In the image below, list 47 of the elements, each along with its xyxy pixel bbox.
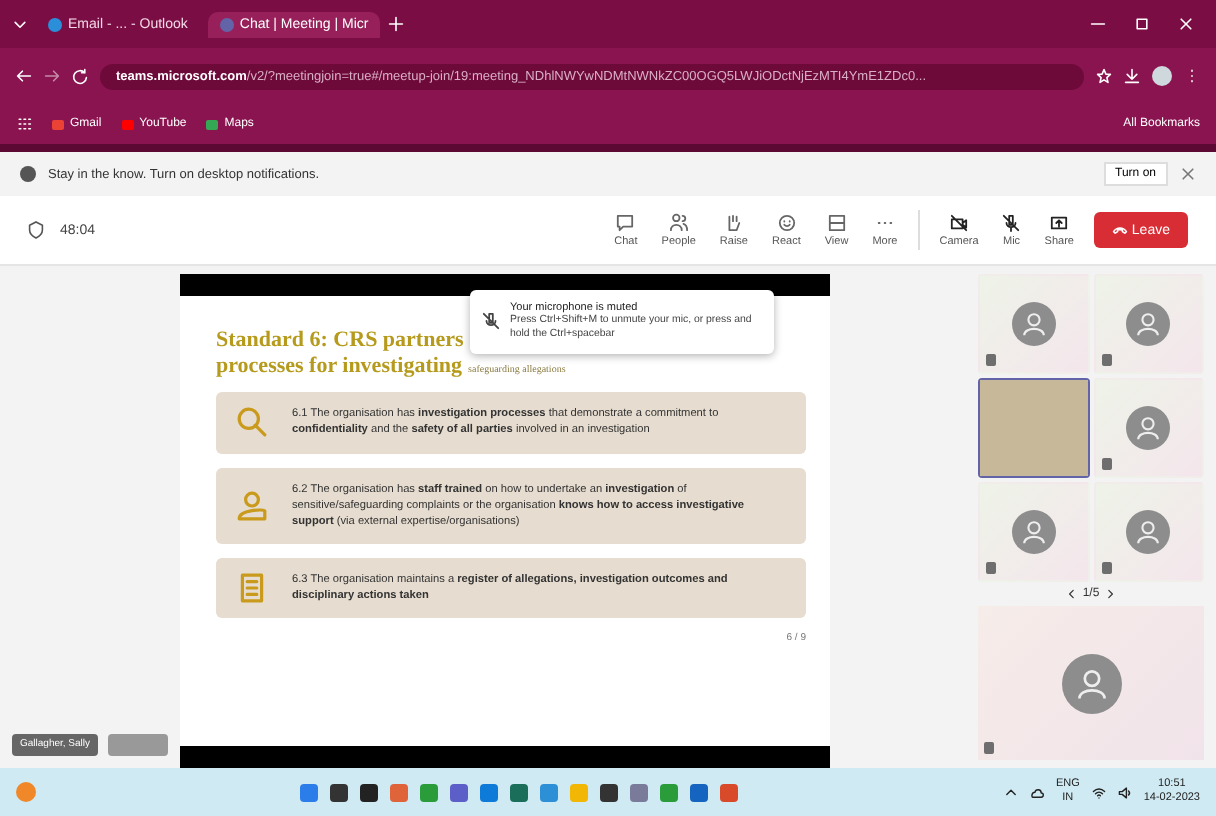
reload-icon[interactable] xyxy=(72,68,88,84)
app-icon[interactable] xyxy=(630,783,649,801)
avatar-icon xyxy=(1126,302,1171,346)
people-icon xyxy=(669,213,688,231)
smiley-icon xyxy=(777,213,796,231)
chevron-right-icon[interactable] xyxy=(1103,588,1116,600)
avatar-icon xyxy=(1011,302,1056,346)
avatar-icon xyxy=(1126,406,1171,450)
forward-icon[interactable] xyxy=(44,68,60,84)
download-icon[interactable] xyxy=(1124,68,1140,84)
maximize-icon[interactable] xyxy=(1134,16,1150,32)
person-icon xyxy=(236,489,268,522)
phone-icon xyxy=(1111,222,1128,238)
star-icon[interactable] xyxy=(1096,68,1112,84)
participant-tile[interactable] xyxy=(1093,482,1204,582)
presenter-label-chip xyxy=(108,734,169,756)
apps-grid-icon[interactable] xyxy=(16,116,32,132)
participant-tile[interactable] xyxy=(978,482,1089,582)
app-icon[interactable] xyxy=(390,783,409,801)
favicon-icon xyxy=(48,17,62,31)
avatar-icon xyxy=(1126,510,1171,554)
favicon-icon xyxy=(219,17,234,31)
chevron-left-icon[interactable] xyxy=(1066,588,1079,600)
new-tab-icon[interactable] xyxy=(388,16,405,32)
muted-microphone-icon xyxy=(482,312,500,331)
slide-title: Standard 6: CRS partners xyxy=(216,328,464,354)
chat-icon xyxy=(616,213,635,231)
wifi-icon[interactable] xyxy=(1091,785,1106,799)
avatar-icon xyxy=(1011,510,1056,554)
view-icon xyxy=(827,213,846,231)
profile-icon[interactable] xyxy=(1152,66,1172,86)
chevron-up-icon[interactable] xyxy=(1003,785,1018,799)
participant-tile[interactable] xyxy=(978,378,1089,478)
avatar-icon xyxy=(1061,653,1121,713)
cloud-icon[interactable] xyxy=(1029,785,1044,799)
participant-tile[interactable] xyxy=(978,274,1089,374)
participant-tile[interactable] xyxy=(1093,378,1204,478)
raise-hand-icon xyxy=(724,213,743,231)
participant-tile[interactable] xyxy=(1093,274,1204,374)
speaker-icon[interactable] xyxy=(1117,785,1132,799)
video-placeholder xyxy=(980,380,1087,476)
share-icon xyxy=(1050,213,1069,231)
chevron-icon[interactable] xyxy=(12,16,28,32)
magnifier-icon xyxy=(236,406,268,439)
slide-title: processes for investigating xyxy=(216,353,463,379)
document-icon xyxy=(236,571,268,604)
back-icon[interactable] xyxy=(16,68,32,84)
